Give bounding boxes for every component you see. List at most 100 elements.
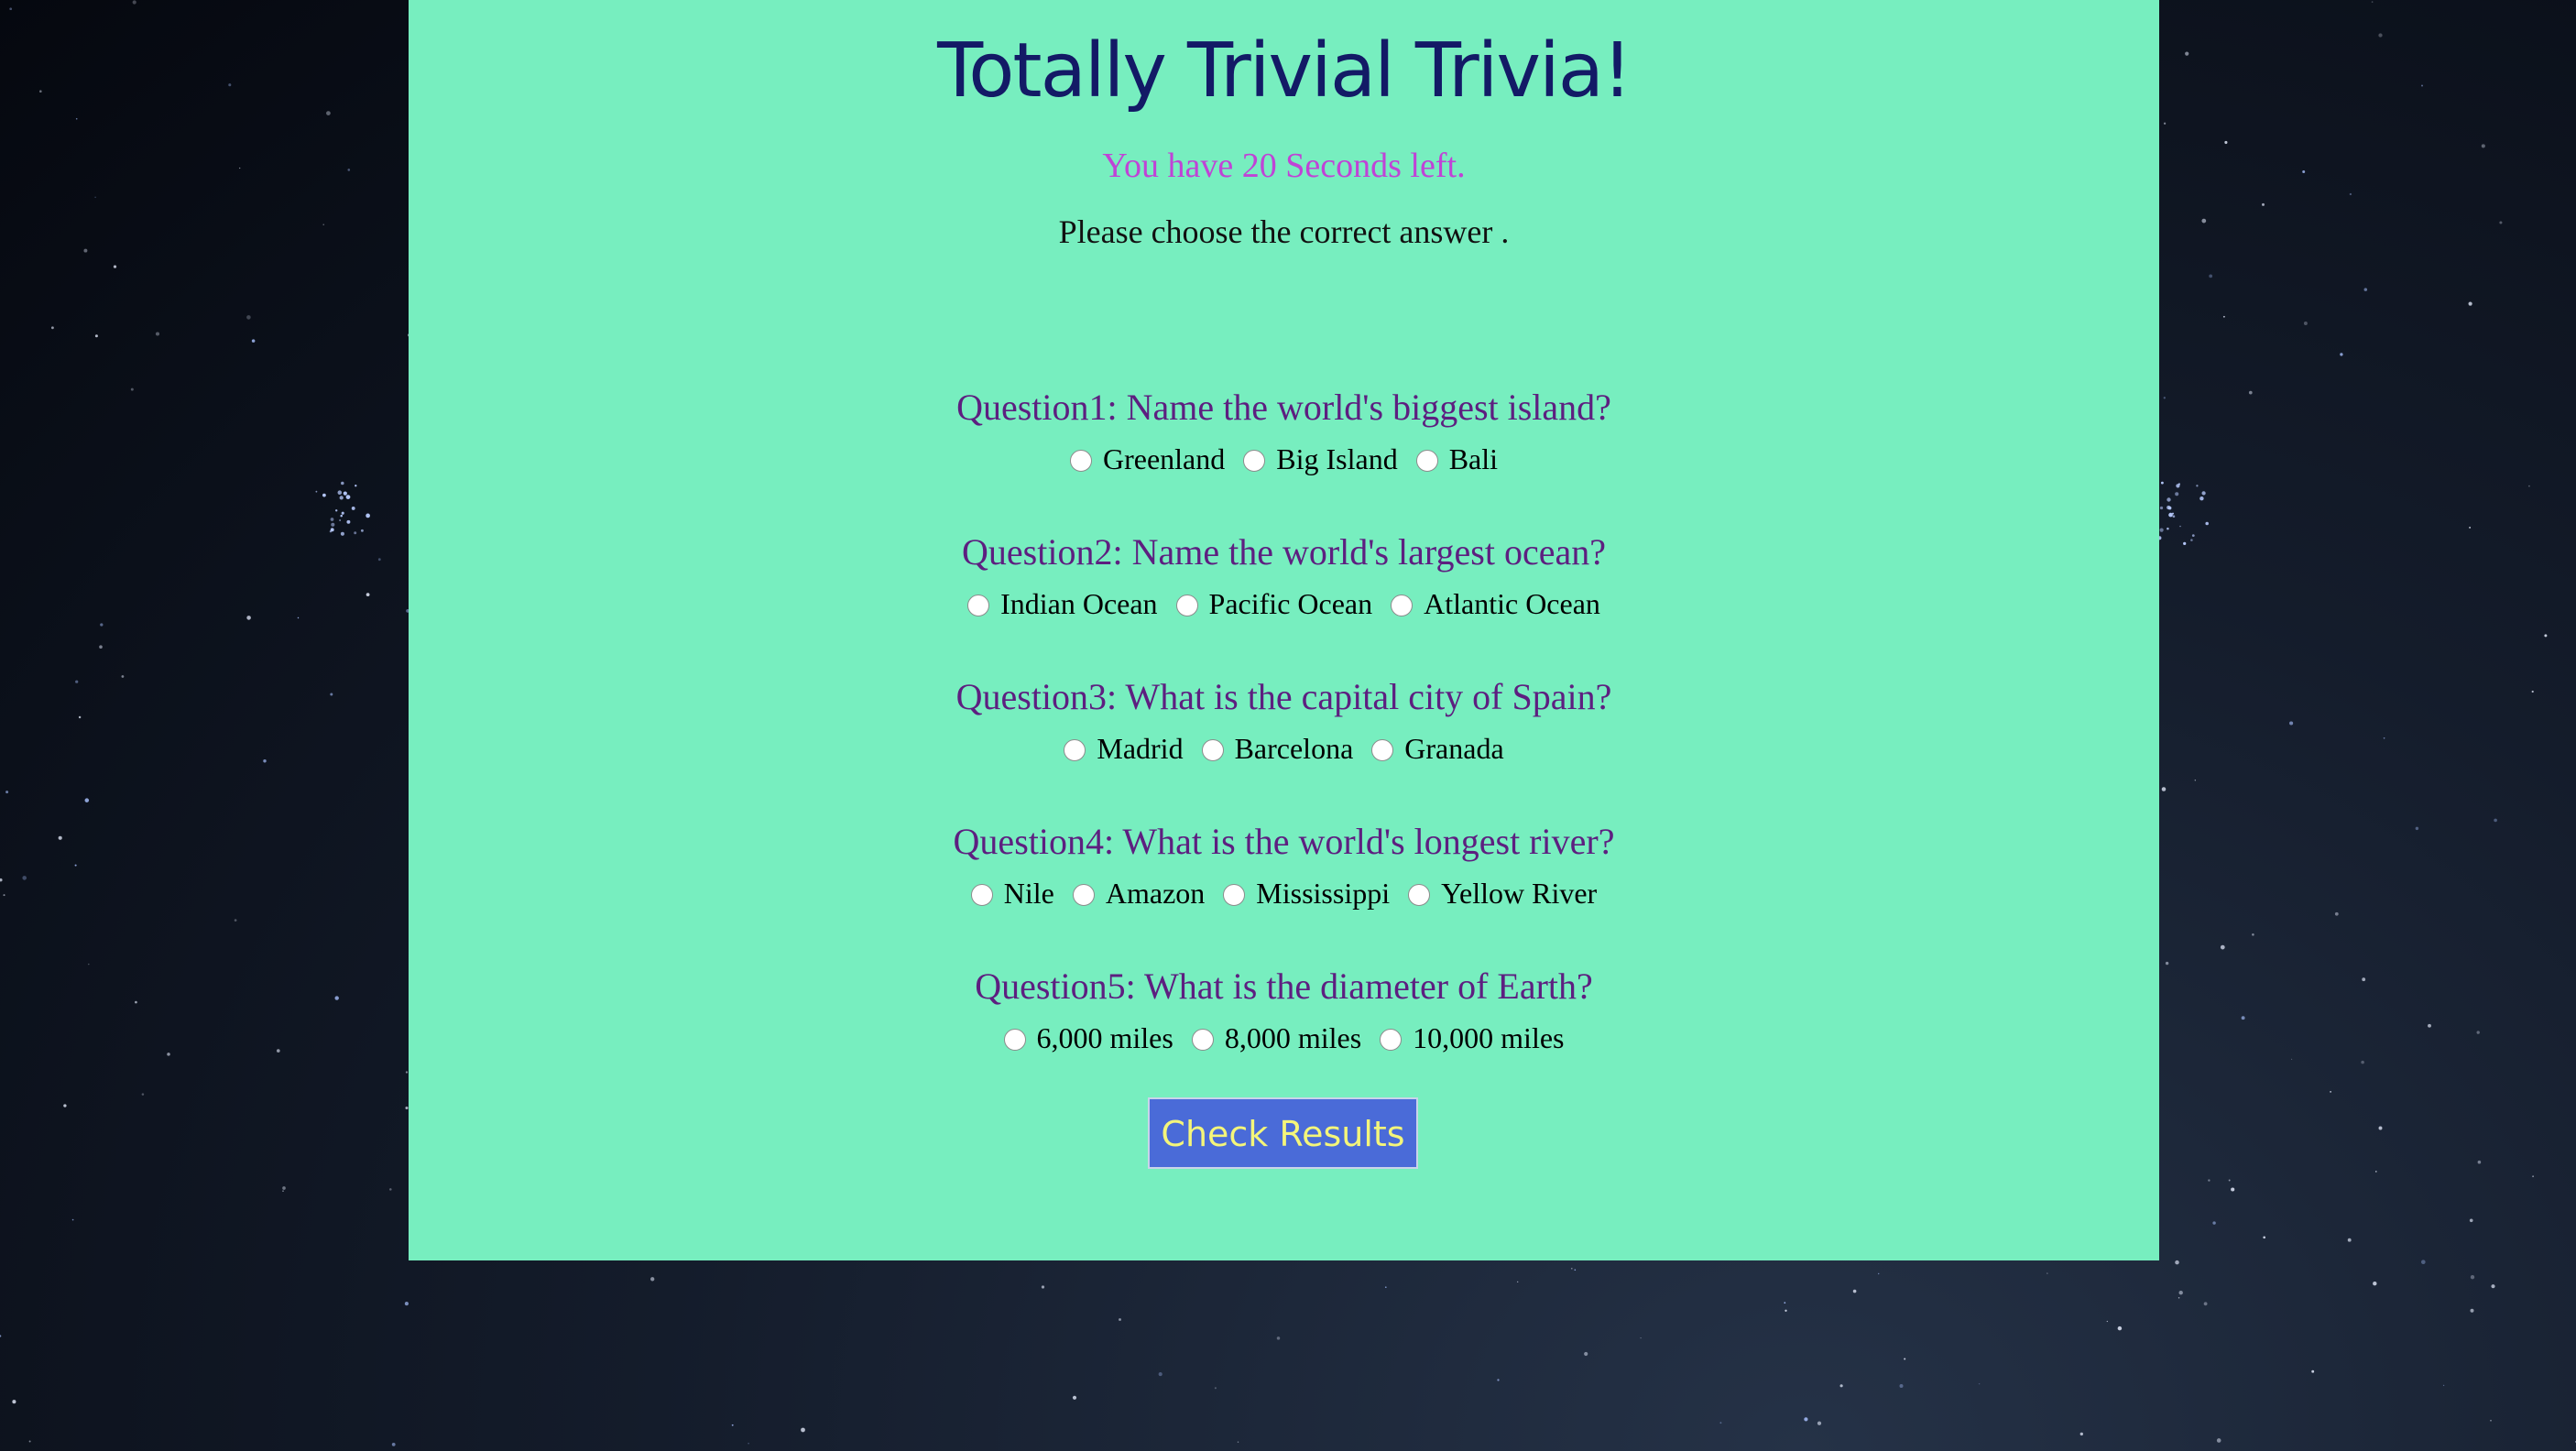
star [2528, 485, 2530, 487]
answer-option[interactable]: Greenland [1069, 435, 1225, 483]
star [2334, 911, 2339, 916]
star [2291, 1058, 2293, 1060]
question-1: Question1: Name the world's biggest isla… [409, 382, 2159, 483]
answer-option[interactable]: Bali [1415, 435, 1498, 483]
option-label: 8,000 miles [1224, 1021, 1362, 1054]
radio-button[interactable] [1408, 884, 1431, 906]
star [346, 519, 351, 524]
star [141, 1093, 145, 1096]
star [2347, 1238, 2352, 1242]
star [2481, 144, 2485, 148]
answer-option[interactable]: Barcelona [1201, 725, 1354, 772]
star [391, 1443, 396, 1446]
star [341, 511, 344, 515]
star [366, 513, 370, 518]
star [9, 7, 13, 11]
star [2362, 977, 2366, 982]
answer-option[interactable]: 8,000 miles [1191, 1014, 1362, 1062]
star [246, 616, 251, 620]
star [405, 1071, 409, 1074]
answer-option[interactable]: Yellow River [1408, 869, 1597, 917]
instructions-text: Please choose the correct answer . [1058, 213, 1510, 250]
star [251, 339, 256, 343]
check-results-button[interactable]: Check Results [1148, 1097, 1418, 1169]
star [75, 680, 79, 683]
star [2241, 1016, 2245, 1020]
radio-button[interactable] [1223, 884, 1246, 906]
question-3: Question3: What is the capital city of S… [409, 671, 2159, 772]
radio-button[interactable] [1003, 1029, 1026, 1051]
radio-button[interactable] [1175, 595, 1198, 616]
radio-button[interactable] [1391, 595, 1414, 616]
star [2208, 1179, 2210, 1182]
star [2330, 1091, 2331, 1093]
radio-button[interactable] [1371, 739, 1394, 761]
star [71, 1218, 74, 1221]
radio-button[interactable] [967, 595, 990, 616]
star [5, 791, 9, 794]
radio-button[interactable] [1191, 1029, 1214, 1051]
star [2212, 1221, 2216, 1225]
star [2420, 1260, 2426, 1265]
star [2469, 526, 2472, 529]
star [78, 715, 82, 719]
answer-options: Greenland Big Island Bali [409, 435, 2159, 483]
radio-button[interactable] [1064, 739, 1086, 761]
radio-button[interactable] [1415, 450, 1438, 472]
star [1237, 1441, 1239, 1443]
star [2228, 1179, 2231, 1182]
star [337, 490, 343, 495]
answer-option[interactable]: Pacific Ocean [1175, 580, 1372, 627]
star [2470, 1308, 2474, 1313]
star [2302, 170, 2306, 173]
star [39, 90, 42, 93]
option-label: Granada [1404, 732, 1504, 765]
star [801, 1427, 805, 1433]
star [354, 531, 357, 535]
star [2470, 1275, 2475, 1280]
star [2176, 484, 2180, 488]
star [239, 167, 241, 169]
star [2201, 218, 2207, 224]
star [1719, 1422, 1722, 1424]
radio-button[interactable] [970, 884, 993, 906]
star [28, 1440, 31, 1443]
star [339, 496, 344, 500]
option-label: Barcelona [1234, 732, 1354, 765]
star [63, 1104, 67, 1107]
star [347, 169, 351, 171]
answer-option[interactable]: Madrid [1064, 725, 1184, 772]
star [2476, 1031, 2480, 1034]
star [2494, 818, 2497, 823]
answer-option[interactable]: Amazon [1072, 869, 1205, 917]
star [2172, 515, 2176, 518]
star [2047, 1272, 2048, 1274]
question-text: Question3: What is the capital city of S… [955, 676, 1612, 717]
radio-button[interactable] [1072, 884, 1095, 906]
star [2374, 1171, 2377, 1173]
star [50, 326, 54, 330]
star [339, 519, 341, 521]
star [2196, 485, 2199, 487]
answer-option[interactable]: Nile [970, 869, 1054, 917]
star [2163, 397, 2166, 399]
star [2477, 1160, 2482, 1164]
star [1384, 1286, 1387, 1289]
radio-button[interactable] [1243, 450, 1266, 472]
answer-option[interactable]: Atlantic Ocean [1391, 580, 1600, 627]
answer-option[interactable]: Indian Ocean [967, 580, 1158, 627]
answer-option[interactable]: Mississippi [1223, 869, 1390, 917]
answer-option[interactable]: Big Island [1243, 435, 1398, 483]
star [2349, 192, 2352, 196]
star [2224, 140, 2228, 145]
page-title: Totally Trivial Trivia! [937, 27, 1632, 115]
star [130, 387, 134, 391]
answer-option[interactable]: 6,000 miles [1003, 1014, 1173, 1062]
answer-option[interactable]: 10,000 miles [1380, 1014, 1564, 1062]
star [2491, 1284, 2495, 1289]
radio-button[interactable] [1380, 1029, 1403, 1051]
answer-option[interactable]: Granada [1371, 725, 1504, 772]
option-label: Nile [1003, 877, 1054, 910]
radio-button[interactable] [1201, 739, 1224, 761]
radio-button[interactable] [1069, 450, 1092, 472]
